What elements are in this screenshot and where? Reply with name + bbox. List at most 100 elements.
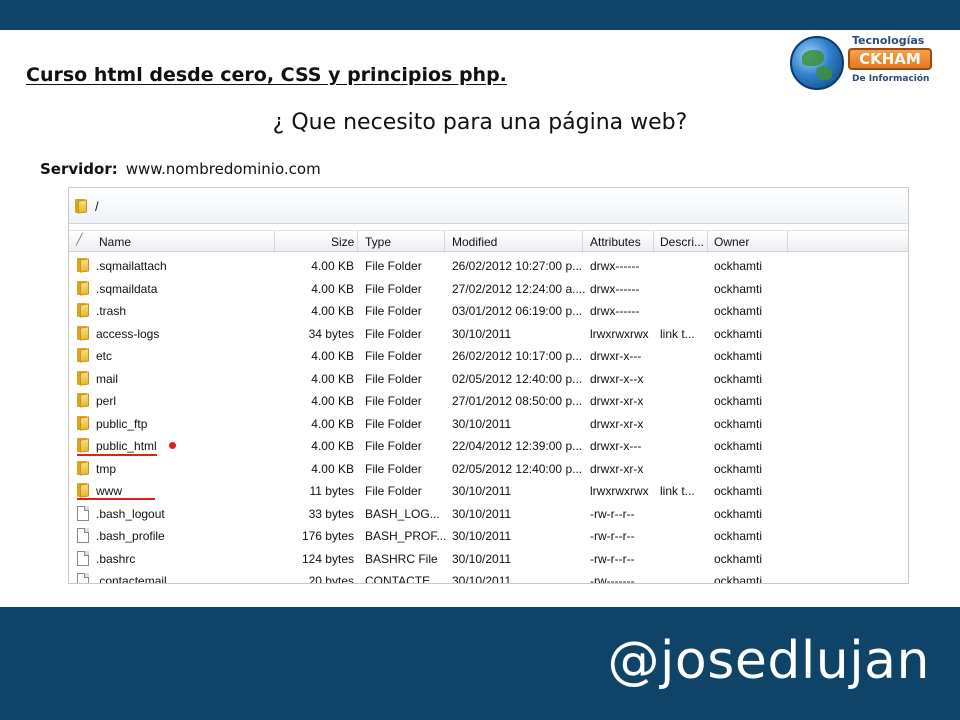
file-attributes: drwxr-x--- bbox=[590, 439, 642, 453]
file-type: BASH_PROF... bbox=[365, 529, 447, 543]
folder-icon bbox=[77, 460, 91, 476]
file-attributes: drwxr-xr-x bbox=[590, 394, 644, 408]
file-row[interactable]: .bashrc 124 bytes BASHRC File 30/10/2011 -rw… bbox=[69, 548, 908, 571]
file-type: BASH_LOG... bbox=[365, 506, 440, 521]
file-row[interactable]: www 11 bytes File Folder 30/10/2011 lrwxrwxr… bbox=[69, 480, 908, 503]
file-description: link t... bbox=[660, 484, 695, 498]
file-attributes: drwx------ bbox=[590, 281, 640, 296]
file-row[interactable]: .sqmaildata 4.00 KB File Folder 27/02/2012 … bbox=[69, 278, 908, 301]
file-owner: ockhamti bbox=[714, 281, 763, 296]
column-header-type[interactable]: Type bbox=[365, 235, 391, 249]
file-attributes: drwx------ bbox=[590, 304, 640, 318]
file-row[interactable]: .bash_profile 176 bytes BASH_PROF... 30/10/… bbox=[69, 525, 908, 548]
logo-top-text: Tecnologías bbox=[852, 34, 925, 47]
folder-icon bbox=[77, 280, 91, 296]
file-owner: ockhamti bbox=[714, 506, 763, 521]
file-owner: ockhamti bbox=[714, 416, 763, 431]
slide-subtitle: ¿ Que necesito para una página web? bbox=[272, 110, 688, 135]
file-row[interactable]: etc 4.00 KB File Folder 26/02/2012 10:17:00… bbox=[69, 345, 908, 368]
path-bar[interactable]: / bbox=[69, 188, 908, 224]
file-owner: ockhamti bbox=[714, 394, 763, 408]
file-size: 4.00 KB bbox=[311, 349, 354, 363]
sort-up-icon: ╱ bbox=[76, 234, 83, 246]
folder-icon bbox=[77, 303, 91, 318]
file-owner: ockhamti bbox=[714, 371, 763, 386]
file-attributes: -rw-r--r-- bbox=[590, 551, 635, 566]
file-owner: ockhamti bbox=[714, 259, 763, 273]
file-row[interactable]: .contactemail 20 bytes CONTACTE... 30/10/20… bbox=[69, 570, 908, 584]
folder-icon bbox=[77, 348, 91, 363]
file-type: File Folder bbox=[365, 394, 422, 408]
file-row[interactable]: tmp 4.00 KB File Folder 02/05/2012 12:40:00… bbox=[69, 458, 908, 481]
file-name: .contactemail bbox=[96, 574, 167, 584]
folder-icon bbox=[77, 415, 91, 431]
file-type: File Folder bbox=[365, 416, 422, 431]
column-header-name[interactable]: Name bbox=[99, 235, 131, 249]
file-size: 4.00 KB bbox=[311, 281, 354, 296]
server-line: Servidor: www.nombredominio.com bbox=[40, 160, 321, 178]
folder-icon bbox=[77, 370, 91, 386]
server-label: Servidor: bbox=[40, 160, 118, 178]
file-modified: 02/05/2012 12:40:00 p... bbox=[452, 461, 583, 476]
file-owner: ockhamti bbox=[714, 349, 763, 363]
file-owner: ockhamti bbox=[714, 529, 763, 543]
folder-icon bbox=[77, 325, 91, 341]
file-modified: 30/10/2011 bbox=[452, 326, 512, 341]
file-size: 4.00 KB bbox=[311, 439, 354, 453]
file-owner: ockhamti bbox=[714, 304, 763, 318]
file-row[interactable]: .sqmailattach 4.00 KB File Folder 26/02/201… bbox=[69, 255, 908, 278]
file-type: BASHRC File bbox=[365, 551, 438, 566]
folder-icon bbox=[75, 199, 89, 214]
file-name: .bashrc bbox=[96, 551, 136, 566]
file-modified: 30/10/2011 bbox=[452, 574, 512, 584]
file-size: 4.00 KB bbox=[311, 259, 354, 273]
globe-icon bbox=[790, 36, 844, 90]
column-header-attributes[interactable]: Attributes bbox=[590, 235, 641, 249]
file-row[interactable]: perl 4.00 KB File Folder 27/01/2012 08:50:0… bbox=[69, 390, 908, 413]
file-row[interactable]: .trash 4.00 KB File Folder 03/01/2012 06:19… bbox=[69, 300, 908, 323]
file-name: tmp bbox=[96, 461, 117, 476]
server-domain: www.nombredominio.com bbox=[125, 160, 321, 178]
file-row[interactable]: public_html 4.00 KB File Folder 22/04/2012 … bbox=[69, 435, 908, 458]
file-name: etc bbox=[96, 349, 113, 363]
file-icon bbox=[77, 550, 89, 566]
file-row[interactable]: public_ftp 4.00 KB File Folder 30/10/2011 dr… bbox=[69, 413, 908, 436]
file-owner: ockhamti bbox=[714, 551, 763, 566]
column-header-owner[interactable]: Owner bbox=[714, 235, 749, 249]
file-row[interactable]: .bash_logout 33 bytes BASH_LOG... 30/10/201… bbox=[69, 503, 908, 526]
file-size: 4.00 KB bbox=[311, 371, 354, 386]
file-owner: ockhamti bbox=[714, 484, 763, 498]
file-type: File Folder bbox=[365, 259, 422, 273]
file-type: File Folder bbox=[365, 439, 422, 453]
file-name: .bash_profile bbox=[96, 529, 165, 543]
file-size: 124 bytes bbox=[301, 551, 354, 566]
file-size: 34 bytes bbox=[308, 326, 354, 341]
file-row[interactable]: mail 4.00 KB File Folder 02/05/2012 12:40:0… bbox=[69, 368, 908, 391]
column-header-description[interactable]: Descri... bbox=[660, 235, 704, 249]
file-size: 176 bytes bbox=[301, 529, 354, 543]
file-modified: 27/01/2012 08:50:00 p... bbox=[452, 394, 583, 408]
file-modified: 30/10/2011 bbox=[452, 484, 512, 498]
author-handle: @josedlujan bbox=[607, 631, 930, 691]
file-size: 4.00 KB bbox=[311, 304, 354, 318]
file-modified: 26/02/2012 10:17:00 p... bbox=[452, 349, 583, 363]
highlight-underline-www bbox=[77, 498, 155, 500]
column-header-modified[interactable]: Modified bbox=[452, 235, 497, 249]
file-row[interactable]: access-logs 34 bytes File Folder 30/10/2011… bbox=[69, 323, 908, 346]
file-size: 33 bytes bbox=[308, 506, 354, 521]
folder-icon bbox=[77, 438, 91, 453]
file-icon bbox=[77, 528, 89, 543]
file-owner: ockhamti bbox=[714, 326, 763, 341]
file-size: 20 bytes bbox=[308, 574, 354, 584]
file-name: mail bbox=[96, 371, 119, 386]
column-header-size[interactable]: Size bbox=[331, 235, 354, 249]
file-modified: 26/02/2012 10:27:00 p... bbox=[452, 259, 583, 273]
file-modified: 27/02/2012 12:24:00 a.... bbox=[452, 281, 586, 296]
file-attributes: drwxr-xr-x bbox=[590, 416, 644, 431]
file-owner: ockhamti bbox=[714, 461, 763, 476]
highlight-underline-public-html bbox=[77, 454, 157, 456]
file-size: 4.00 KB bbox=[311, 461, 354, 476]
file-description: link t... bbox=[660, 326, 695, 341]
file-list: .sqmailattach 4.00 KB File Folder 26/02/201… bbox=[69, 255, 908, 584]
file-attributes: -rw------- bbox=[590, 574, 635, 584]
